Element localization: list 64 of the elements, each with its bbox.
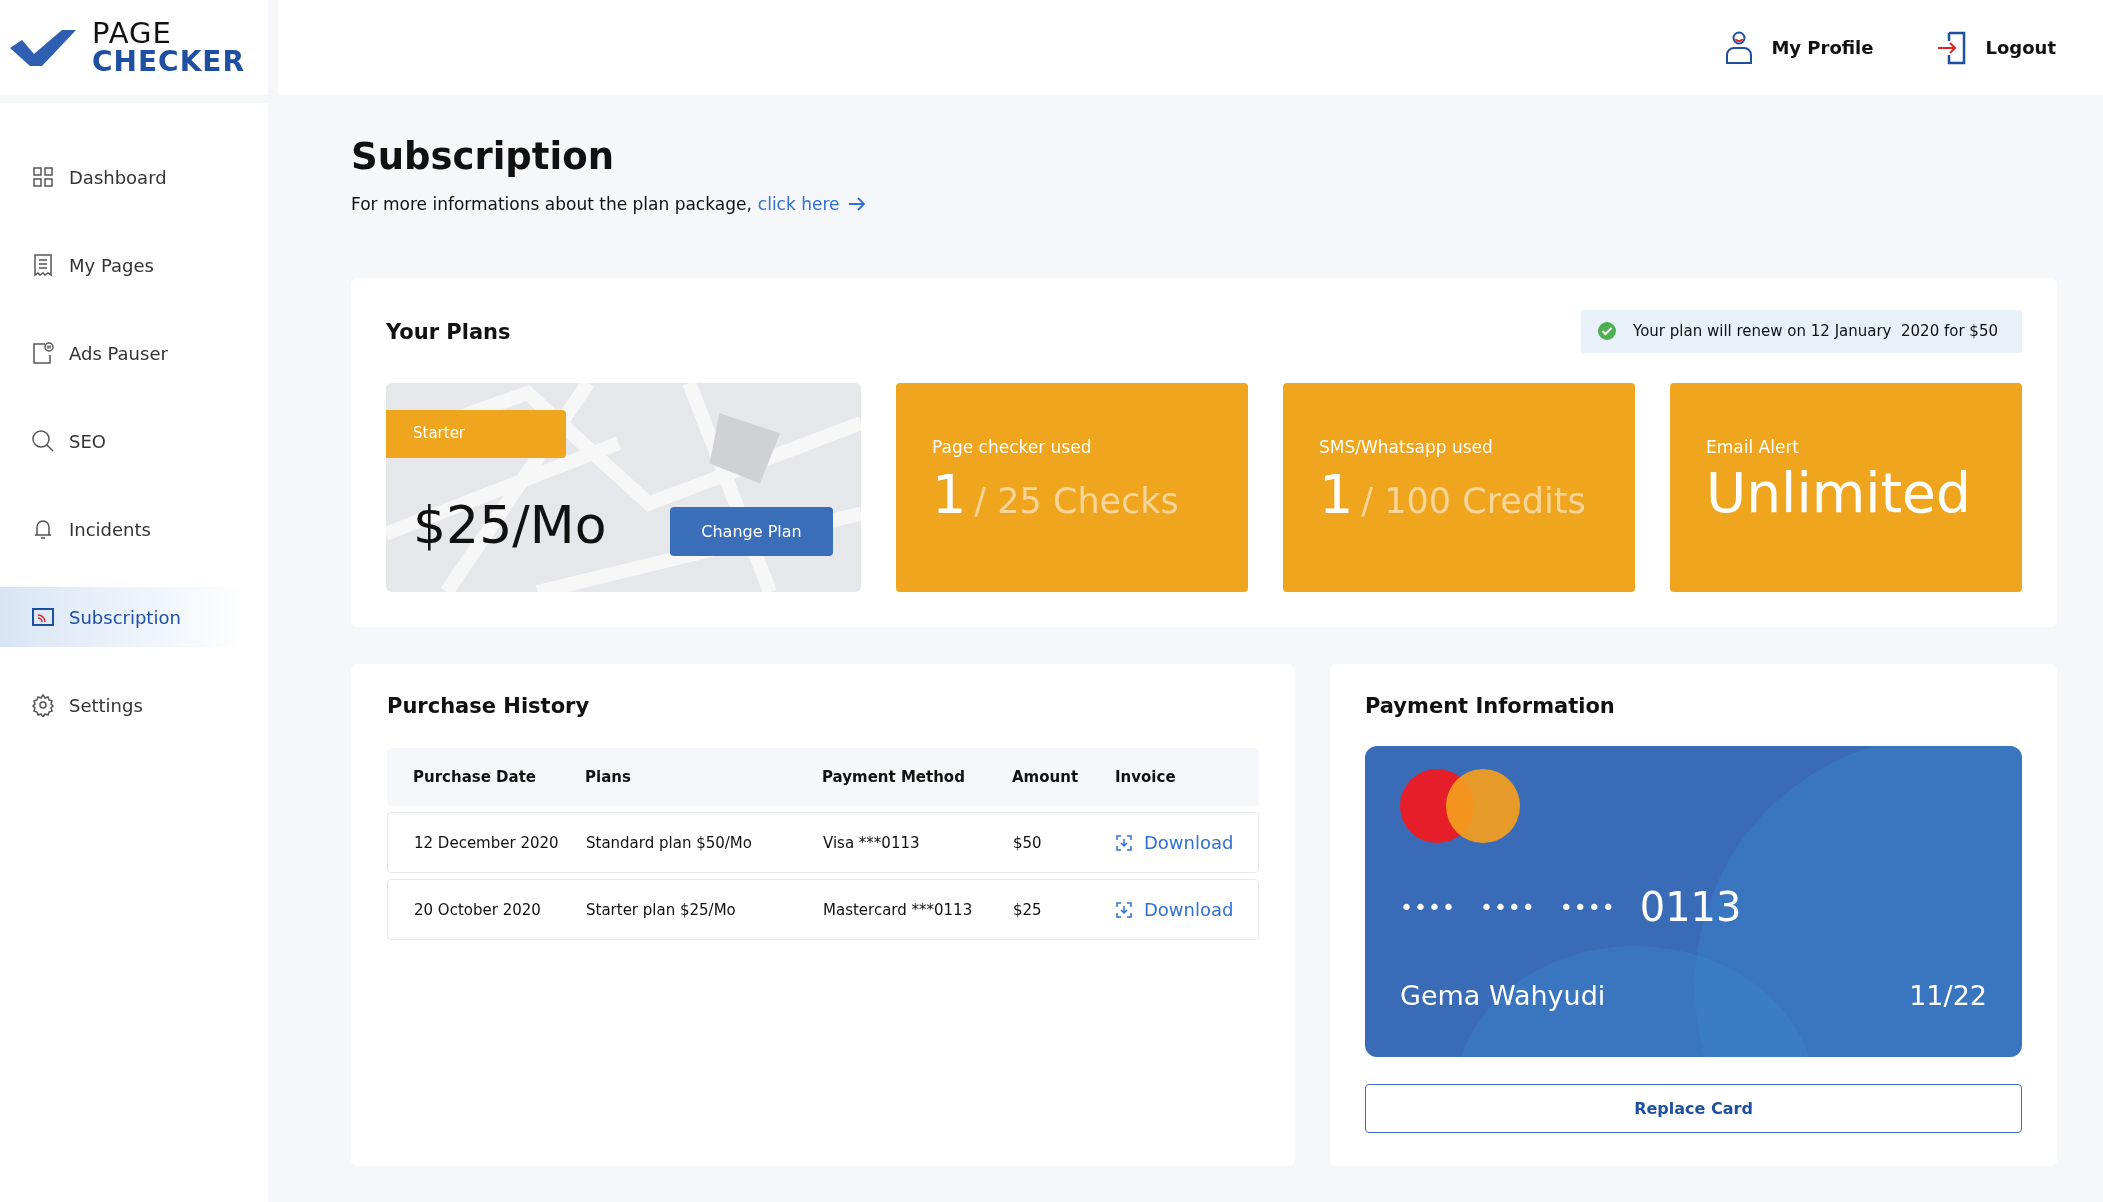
section-title: Purchase History	[387, 694, 591, 718]
table-cell-text: $50	[1013, 833, 1043, 852]
stat-label: Email Alert	[1706, 437, 1801, 457]
section-title: Your Plans	[386, 319, 511, 344]
column-header: Invoice	[1115, 768, 1177, 786]
masked-digits: ••••	[1559, 894, 1616, 920]
column-header: Payment Method	[822, 768, 966, 786]
stat-value: 1	[1319, 463, 1354, 526]
card-icon	[31, 605, 55, 629]
table-cell-text: Standard plan $50/Mo	[586, 833, 753, 852]
stat-label: SMS/Whatsapp used	[1319, 437, 1494, 457]
logo-text: CHECKER	[92, 48, 246, 76]
table-cell-text: Visa ***0113	[823, 833, 921, 852]
sidebar-item[interactable]: Incidents	[0, 499, 268, 559]
arrow-right-icon	[847, 197, 866, 211]
table-cell-text: 20 October 2020	[414, 900, 542, 919]
logo-text: PAGE	[92, 19, 173, 48]
stat-value: Unlimited	[1706, 461, 1972, 525]
settings-icon	[31, 693, 55, 717]
card-expiry: 11/22	[1909, 980, 1987, 1011]
stat-value: 1	[932, 463, 967, 526]
download-link[interactable]: Download	[1116, 832, 1258, 853]
sidebar-item[interactable]: Dashboard	[0, 147, 268, 207]
checkmark-logo-icon	[8, 27, 78, 68]
sidebar-item[interactable]: SEO	[0, 411, 268, 471]
plan-badge: Starter	[386, 410, 566, 458]
sidebar-item[interactable]: My Pages	[0, 235, 268, 295]
stat-label: Page checker used	[932, 437, 1093, 457]
intro-text: For more informations about the plan package,	[351, 194, 752, 214]
stat-limit: / 25 Checks	[974, 481, 1179, 521]
sidebar-item[interactable]: Settings	[0, 675, 268, 735]
table-cell-text: Mastercard ***0113	[823, 900, 974, 919]
card-number: 0113	[1639, 884, 1742, 930]
renewal-text: Your plan will renew on 12 January 2020 for $50	[1633, 322, 1998, 340]
section-title: Payment Information	[1365, 694, 1616, 718]
profile-link[interactable]: My Profile	[1725, 30, 1874, 65]
check-circle-icon	[1597, 321, 1617, 341]
column-header: Plans	[585, 768, 632, 786]
download-link[interactable]: Download	[1116, 899, 1258, 920]
ads-document-icon	[31, 341, 55, 365]
stat-limit: / 100 Credits	[1361, 481, 1586, 521]
masked-digits: ••••	[1400, 894, 1456, 920]
replace-card-button[interactable]: Replace Card	[1365, 1084, 2022, 1133]
card-holder: Gema Wahyudi	[1400, 980, 1606, 1011]
document-list-icon	[31, 253, 55, 277]
grid-icon	[31, 165, 55, 189]
logout-icon	[1937, 30, 1968, 65]
table-cell-text: Starter plan $25/Mo	[586, 900, 737, 919]
sidebar-item[interactable]: Ads Pauser	[0, 323, 268, 383]
page-title: Subscription	[351, 135, 615, 178]
overlapping-circles-logo-icon	[1400, 768, 1520, 844]
change-plan-button[interactable]: Change Plan	[670, 507, 833, 556]
download-icon	[1116, 901, 1132, 918]
table-cell-text: $25	[1013, 900, 1043, 919]
table-cell-text: 12 December 2020	[414, 833, 560, 852]
column-header: Amount	[1012, 768, 1080, 786]
column-header: Purchase Date	[413, 768, 537, 786]
user-icon	[1725, 30, 1754, 65]
masked-digits: ••••	[1479, 894, 1536, 920]
logout-link[interactable]: Logout	[1937, 30, 2056, 65]
download-icon	[1116, 834, 1132, 851]
search-icon	[31, 429, 55, 453]
plan-price: $25/Mo	[413, 495, 607, 555]
plan-info-link[interactable]: click here	[757, 194, 866, 214]
